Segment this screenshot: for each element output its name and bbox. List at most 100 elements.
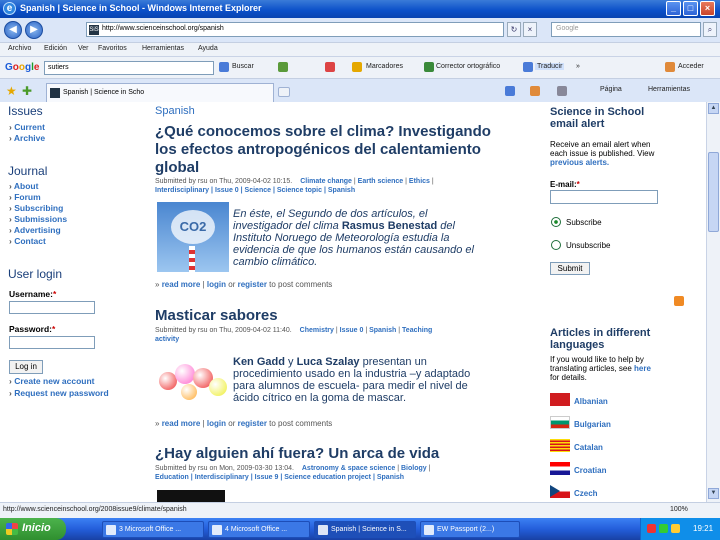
google-signin-button[interactable]: Acceder [678,63,704,70]
unsubscribe-radio[interactable] [551,240,561,250]
tag-link[interactable]: Issue 0 [215,187,239,194]
menu-edit[interactable]: Edición [44,45,67,52]
rss-feed-icon[interactable] [674,296,684,306]
language-croatian[interactable]: Croatian [574,466,606,475]
tag-link[interactable]: Issue 0 [340,327,364,334]
sidebar-item-submissions[interactable]: Submissions [9,214,67,224]
favorites-star-icon[interactable]: ★ [6,84,17,98]
back-button[interactable]: ◀ [4,21,22,39]
sidebar-item-about[interactable]: About [9,181,39,191]
taskbar-item-office-2[interactable]: 4 Microsoft Office ... [208,521,310,538]
tag-link[interactable]: activity [155,336,179,343]
tab-active[interactable]: Spanish | Science in Scho [46,83,274,103]
search-input[interactable]: Google [551,22,701,37]
maximize-button[interactable]: □ [683,1,698,16]
menu-view[interactable]: Ver [78,45,89,52]
tag-link[interactable]: Education [155,474,189,481]
taskbar-item-ie[interactable]: Spanish | Science in S... [314,521,416,538]
google-spellcheck-button[interactable]: Corrector ortográfico [436,63,500,70]
catalan-flag-icon[interactable] [550,439,570,452]
here-link[interactable]: here [634,364,651,373]
google-bookmarks-button[interactable]: Marcadores [366,63,403,70]
tag-link[interactable]: Ethics [409,178,430,185]
menu-file[interactable]: Archivo [8,45,31,52]
register-link[interactable]: register [238,280,267,289]
language-catalan[interactable]: Catalan [574,443,603,452]
read-more-link[interactable]: read more [162,419,201,428]
tag-link[interactable]: Earth science [358,178,404,185]
language-albanian[interactable]: Albanian [574,397,608,406]
tools-menu-button[interactable]: Herramientas [648,86,690,93]
google-buscar-button[interactable]: Buscar [232,63,254,70]
taskbar-item-office-1[interactable]: 3 Microsoft Office ... [102,521,204,538]
tag-link[interactable]: Science [245,187,271,194]
toolbar-overflow-button[interactable]: » [576,63,580,70]
password-field[interactable] [9,336,95,349]
language-bulgarian[interactable]: Bulgarian [574,420,611,429]
tag-link[interactable]: Science education project [284,474,371,481]
spellcheck-icon[interactable] [424,62,434,72]
sidebar-item-subscribing[interactable]: Subscribing [9,203,63,213]
scroll-thumb[interactable] [708,152,719,232]
feeds-icon[interactable] [530,86,540,96]
tag-link[interactable]: Spanish [328,187,355,194]
start-button[interactable]: Inicio [0,518,66,540]
tag-link[interactable]: Interdisciplinary [195,474,249,481]
menu-favorites[interactable]: Favoritos [98,45,127,52]
read-more-link[interactable]: read more [162,280,201,289]
previous-alerts-link[interactable]: previous alerts. [550,158,654,167]
menu-tools[interactable]: Herramientas [142,45,184,52]
google-search-input[interactable]: sutiers [44,61,214,75]
translate-icon[interactable] [523,62,533,72]
login-button[interactable]: Log in [9,360,43,374]
tag-link[interactable]: Spanish [369,327,396,334]
scroll-down-icon[interactable]: ▼ [708,488,719,499]
croatian-flag-icon[interactable] [550,462,570,475]
new-tab-icon[interactable] [278,87,290,97]
bookmark-star-icon[interactable] [352,62,362,72]
google-search-icon[interactable] [219,62,229,72]
article-2-title[interactable]: Masticar sabores [155,307,278,325]
minimize-button[interactable]: _ [666,1,681,16]
sidebar-item-current[interactable]: Current [9,122,45,132]
submit-button[interactable]: Submit [550,262,590,275]
subscribe-radio[interactable] [551,217,561,227]
tag-link[interactable]: Climate change [300,178,352,185]
tag-link[interactable]: Interdisciplinary [155,187,209,194]
article-3-title[interactable]: ¿Hay alguien ahí fuera? Un arca de vida [155,445,439,463]
page-menu-button[interactable]: Página [600,86,622,93]
albanian-flag-icon[interactable] [550,393,570,406]
refresh-icon[interactable]: ↻ [507,22,521,37]
print-icon[interactable] [557,86,567,96]
taskbar-item-passport[interactable]: EW Passport (2...) [420,521,520,538]
close-button[interactable]: × [700,1,715,16]
search-icon[interactable]: ⌕ [703,22,717,37]
tag-link[interactable]: Science topic [277,187,322,194]
zoom-level[interactable]: 100% [670,506,688,513]
stop-icon[interactable]: × [523,22,537,37]
google-translate-button[interactable]: Traducir [535,63,565,70]
tag-link[interactable]: Astronomy & space science [302,465,395,472]
gmail-icon[interactable] [325,62,335,72]
tray-icon[interactable] [647,524,656,533]
email-field[interactable] [550,190,658,204]
language-czech[interactable]: Czech [574,489,598,498]
tag-link[interactable]: Issue 9 [255,474,279,481]
tag-link[interactable]: Spanish [377,474,404,481]
sidebar-item-contact[interactable]: Contact [9,236,46,246]
tag-link[interactable]: Teaching [402,327,432,334]
vertical-scrollbar[interactable]: ▲ ▼ [706,102,720,502]
article-1-title[interactable]: ¿Qué conocemos sobre el clima? Investiga… [155,123,491,177]
wrench-icon[interactable] [665,62,675,72]
address-input[interactable]: SiS http://www.scienceinschool.org/spani… [86,22,504,37]
puzzle-icon[interactable] [278,62,288,72]
forward-button[interactable]: ▶ [25,21,43,39]
home-icon[interactable] [505,86,515,96]
volume-icon[interactable] [671,524,680,533]
scroll-up-icon[interactable]: ▲ [708,103,719,114]
username-field[interactable] [9,301,95,314]
register-link[interactable]: register [238,419,267,428]
sidebar-item-advertising[interactable]: Advertising [9,225,61,235]
tag-link[interactable]: Biology [401,465,427,472]
create-account-link[interactable]: Create new account [9,376,94,386]
